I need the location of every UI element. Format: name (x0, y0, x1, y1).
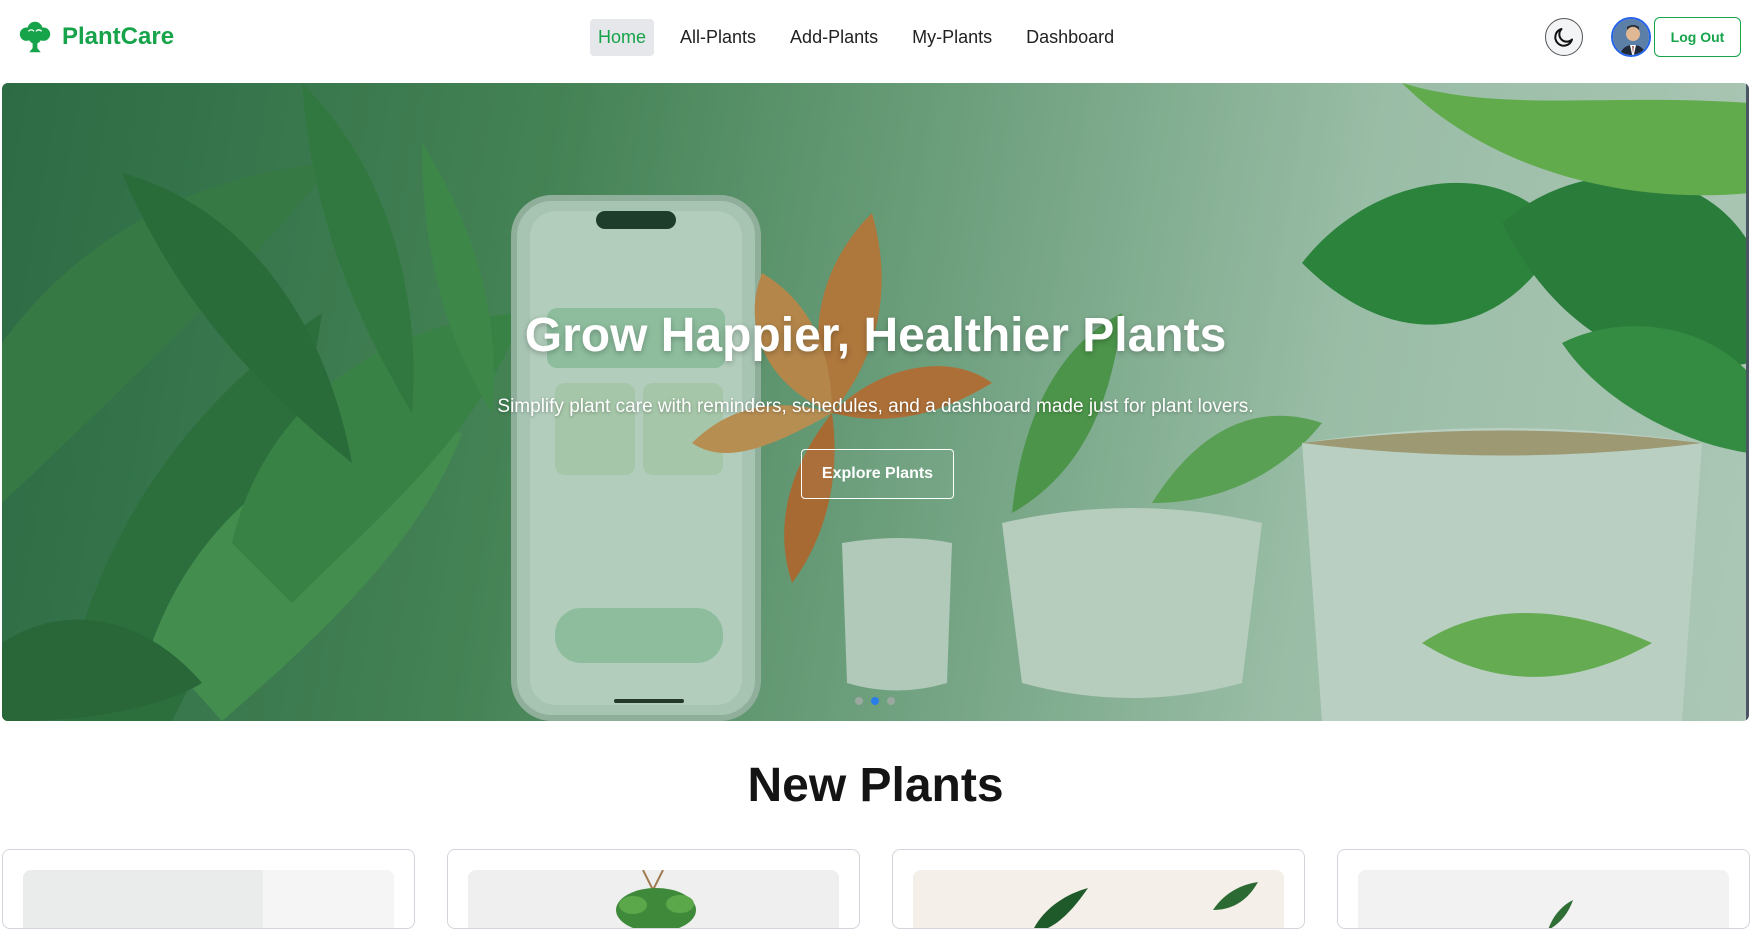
carousel-dot-1[interactable] (855, 697, 863, 705)
hero-edge-scrollbar (1746, 83, 1749, 721)
plant-card[interactable] (1337, 849, 1750, 929)
hero-content: Grow Happier, Healthier Plants Simplify … (2, 83, 1749, 721)
plant-card-image (23, 870, 394, 928)
plant-card-image (468, 870, 839, 928)
plant-photo-icon (1358, 870, 1729, 928)
plant-card[interactable] (892, 849, 1305, 929)
nav-item-all-plants[interactable]: All-Plants (672, 19, 764, 56)
carousel-indicators (855, 697, 895, 705)
nav-item-my-plants[interactable]: My-Plants (904, 19, 1000, 56)
brand-link[interactable]: PlantCare (16, 18, 174, 56)
new-plants-grid (2, 849, 1750, 929)
user-avatar[interactable] (1611, 17, 1651, 57)
hero-subtitle: Simplify plant care with reminders, sche… (497, 396, 1254, 417)
hero-carousel: Grow Happier, Healthier Plants Simplify … (2, 83, 1749, 721)
plant-card[interactable] (2, 849, 415, 929)
explore-plants-button[interactable]: Explore Plants (801, 449, 954, 499)
plant-card-image (1358, 870, 1729, 928)
theme-toggle-button[interactable] (1545, 18, 1583, 56)
main-nav: Home All-Plants Add-Plants My-Plants Das… (590, 19, 1122, 56)
plant-photo-icon (468, 870, 839, 928)
navbar: PlantCare Home All-Plants Add-Plants My-… (0, 0, 1751, 76)
plant-photo-icon (913, 870, 1284, 928)
user-photo-icon (1613, 19, 1649, 55)
plant-card[interactable] (447, 849, 860, 929)
nav-item-dashboard[interactable]: Dashboard (1018, 19, 1122, 56)
nav-item-add-plants[interactable]: Add-Plants (782, 19, 886, 56)
plant-photo-icon (23, 870, 394, 928)
plant-card-image (913, 870, 1284, 928)
hero-title: Grow Happier, Healthier Plants (524, 309, 1227, 362)
new-plants-heading: New Plants (747, 759, 1004, 812)
tree-logo-icon (19, 21, 51, 53)
brand-name: PlantCare (62, 23, 175, 50)
carousel-dot-3[interactable] (887, 697, 895, 705)
carousel-dot-2[interactable] (871, 697, 879, 705)
moon-icon (1554, 28, 1573, 47)
logout-button[interactable]: Log Out (1654, 17, 1741, 57)
nav-item-home[interactable]: Home (590, 19, 655, 56)
